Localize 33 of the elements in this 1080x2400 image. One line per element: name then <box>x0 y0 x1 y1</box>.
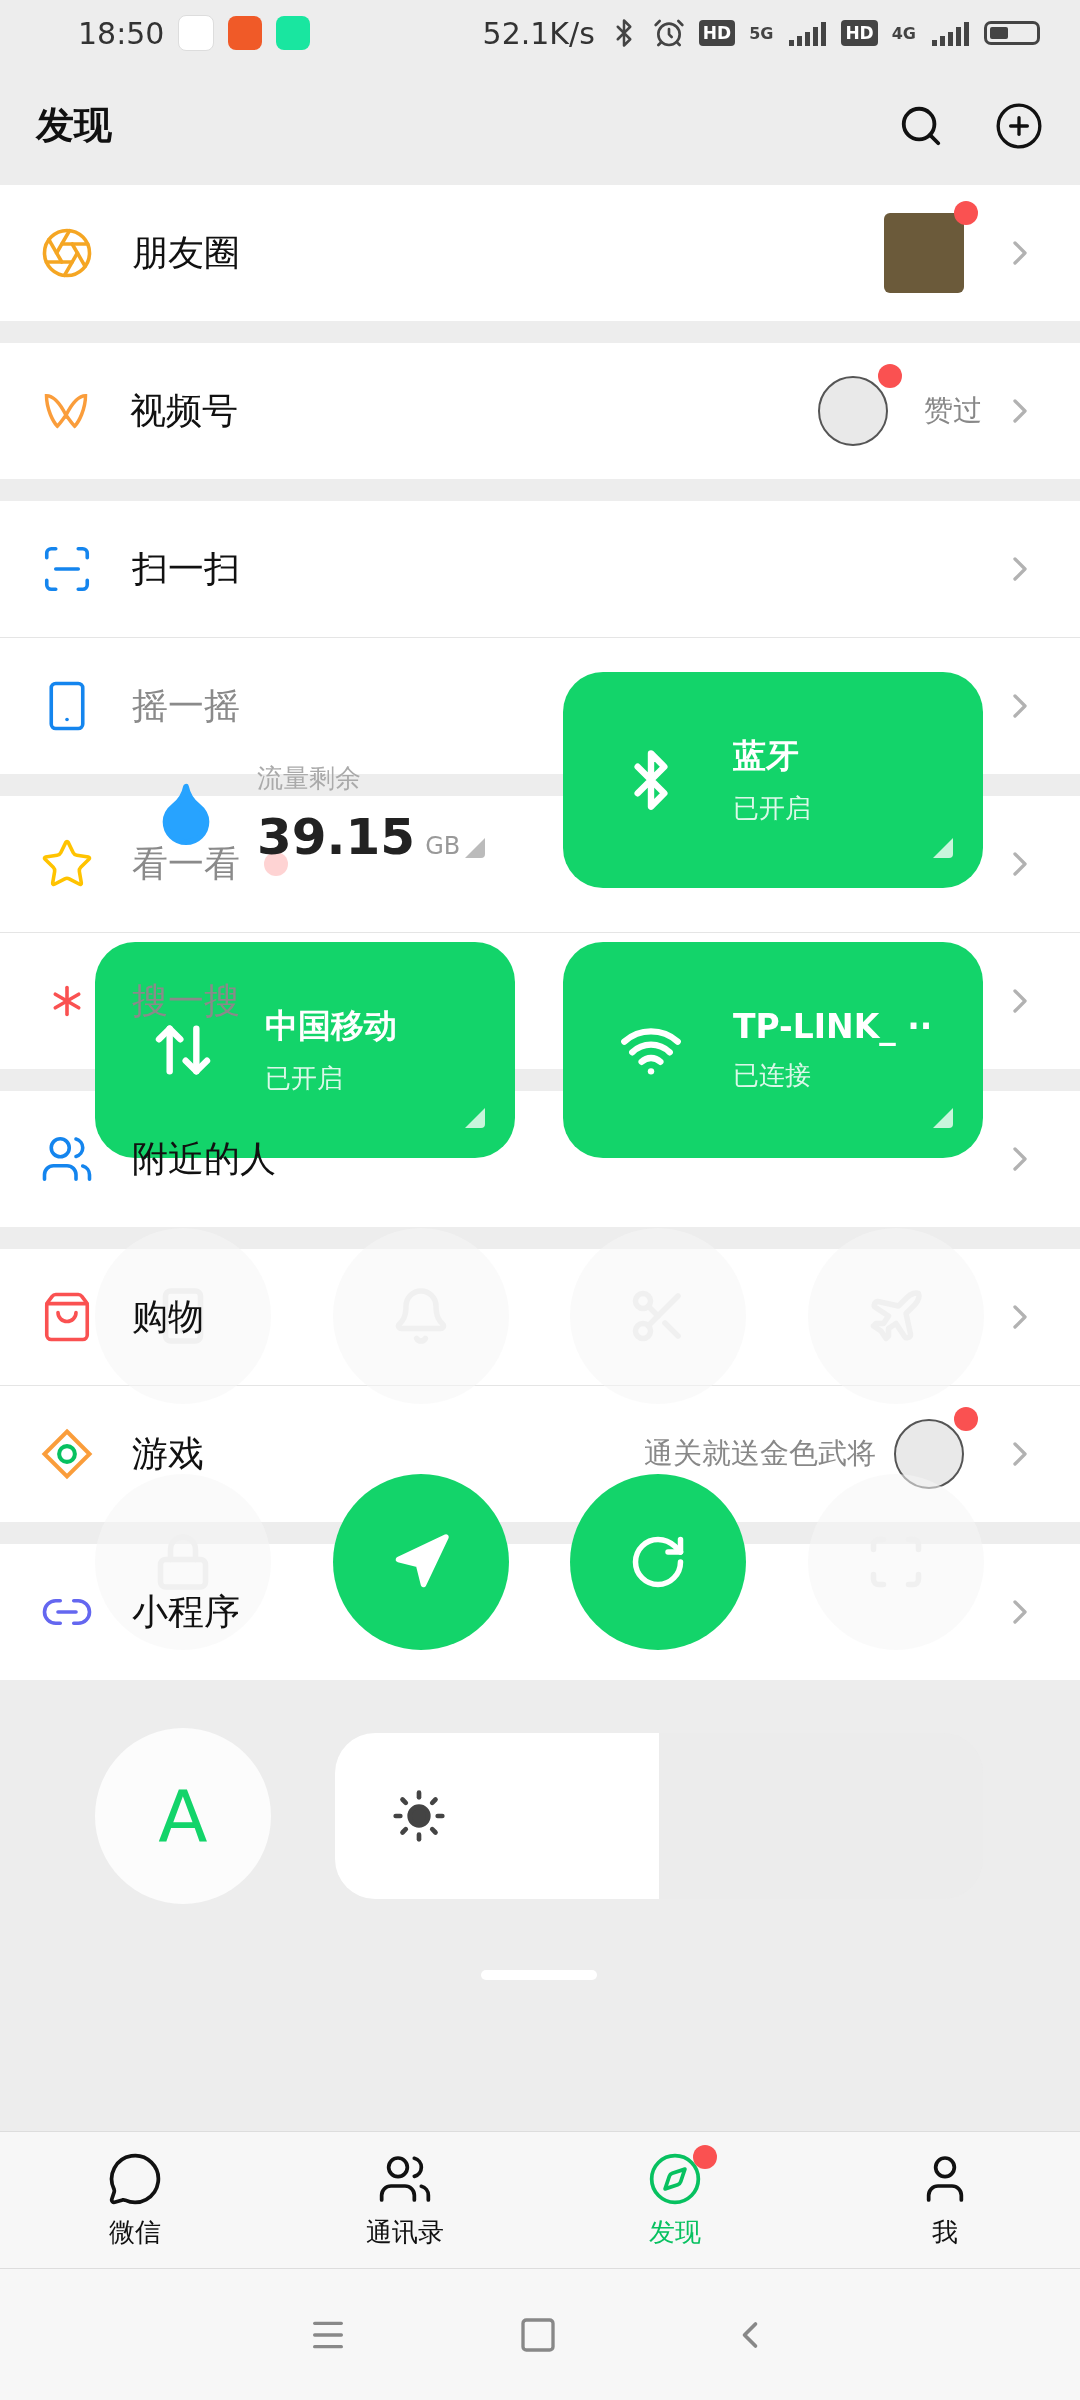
menu-item[interactable]: 购物 <box>132 1292 204 1342</box>
battery-icon <box>984 21 1040 45</box>
app-icon <box>228 16 263 50</box>
aperture-icon <box>40 226 94 280</box>
network-type: 4G <box>891 23 916 43</box>
data-value: 39.15 <box>257 807 416 866</box>
menu-item[interactable]: 扫一扫 <box>132 544 240 594</box>
penguin-app-icon <box>178 15 215 51</box>
page-title: 发现 <box>36 102 113 149</box>
tab[interactable]: 我 <box>810 2132 1080 2268</box>
data-unit: GB <box>425 831 461 860</box>
menu-item[interactable]: 视频号 <box>130 386 238 436</box>
alarm-icon <box>652 17 685 49</box>
menu-note: 通关就送金色武将 <box>644 1435 876 1472</box>
hd-label: HD <box>841 20 878 46</box>
tab[interactable]: 微信 <box>0 2132 270 2268</box>
corner-icon <box>931 1106 955 1130</box>
sun-icon <box>391 1788 447 1844</box>
menu-item[interactable]: 朋友圈 <box>132 228 240 278</box>
diamond-icon <box>40 1427 94 1481</box>
corner-icon <box>463 1106 487 1130</box>
clock-time: 18:50 <box>78 15 165 51</box>
menu-note: 赞过 <box>924 392 982 429</box>
network-speed: 52.1K/s <box>482 15 595 51</box>
tab[interactable]: 通讯录 <box>270 2132 540 2268</box>
menu-item[interactable]: 游戏 <box>132 1429 204 1479</box>
network-type: 5G <box>749 23 774 43</box>
play-app-icon <box>276 16 311 50</box>
menu-item[interactable]: 小程序 <box>132 1587 240 1637</box>
corner-icon <box>931 836 955 860</box>
hd-label: HD <box>698 20 736 46</box>
tile-label: 流量剩余 <box>257 761 362 795</box>
corner-icon <box>463 836 487 860</box>
